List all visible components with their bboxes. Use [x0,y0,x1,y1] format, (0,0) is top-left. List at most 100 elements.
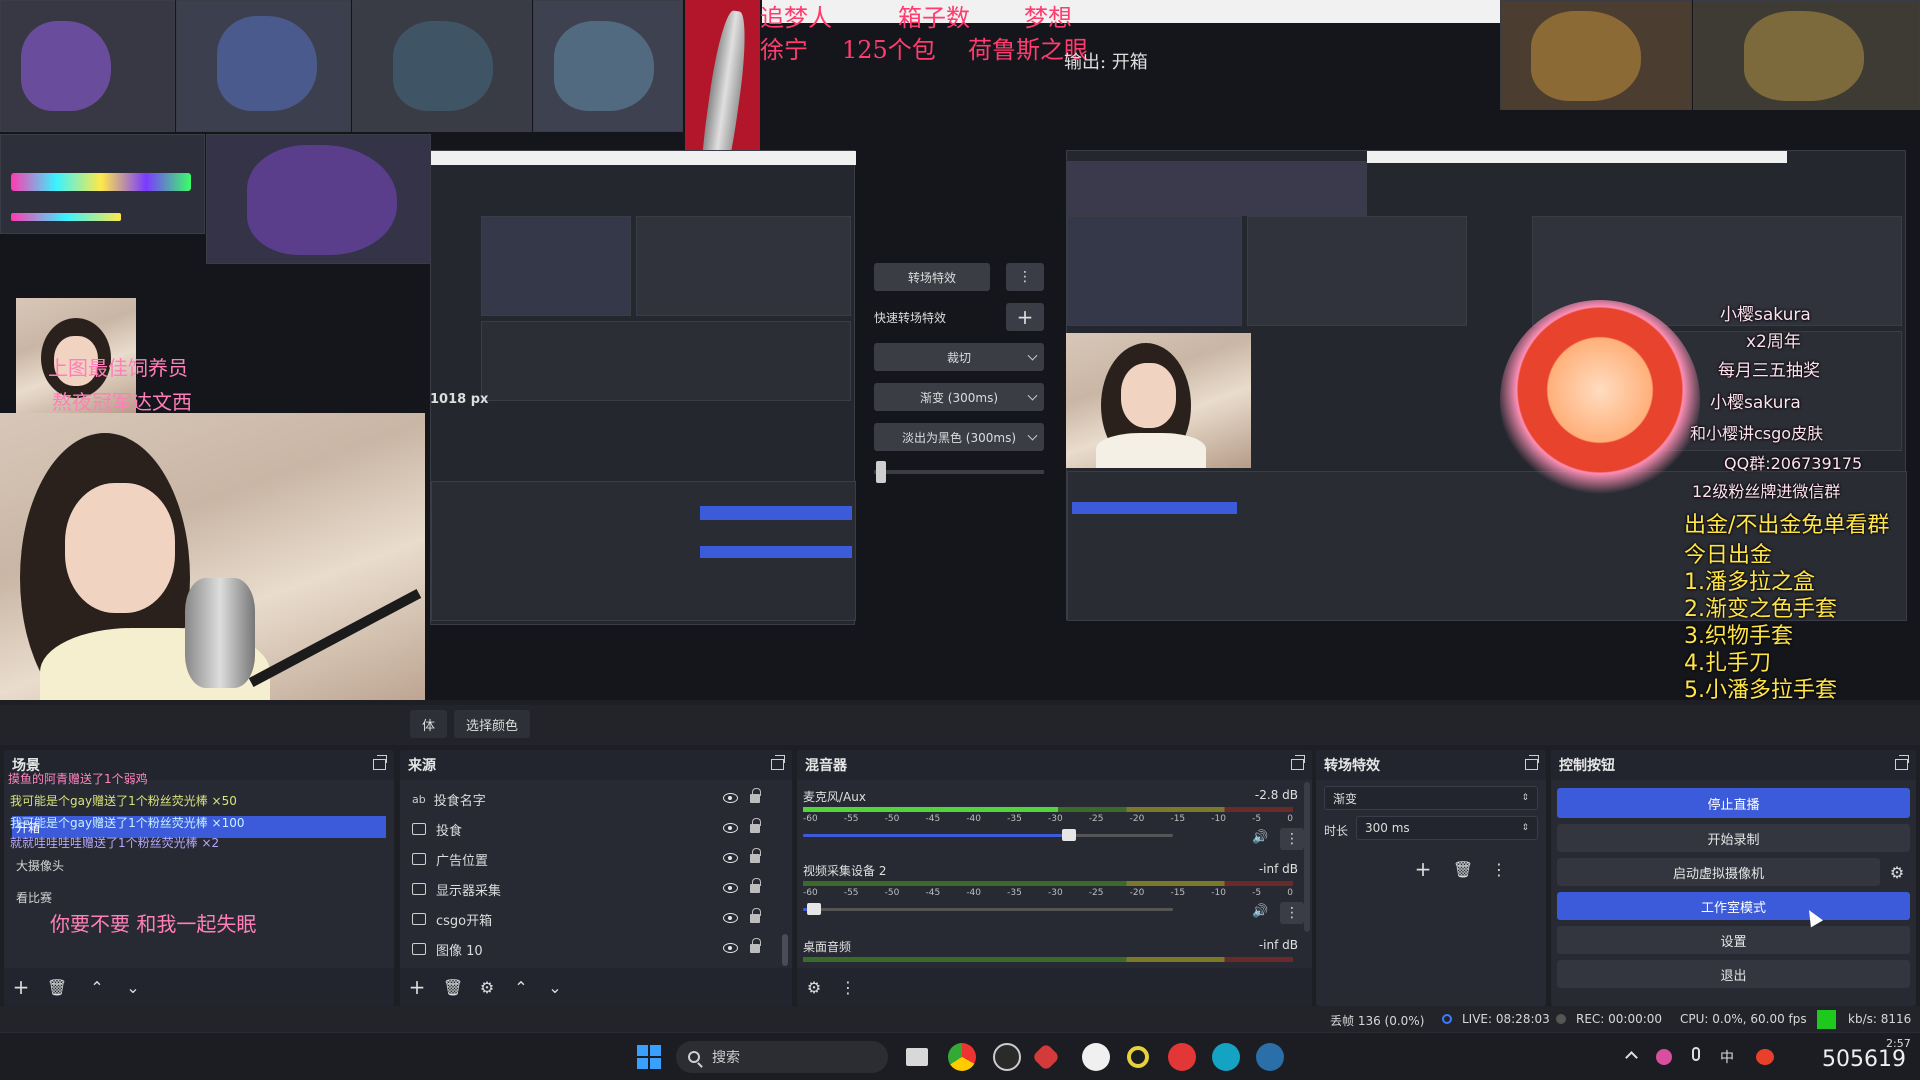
speaker-icon[interactable]: 🔊 [1252,904,1268,919]
source-item[interactable]: 显示器采集 [406,876,774,902]
scene-item-big-camera[interactable]: 大摄像头 [12,854,386,876]
netease-music-icon[interactable] [1168,1043,1196,1071]
quick-transition-fade[interactable]: 渐变 (300ms) [874,383,1044,411]
app-cyan-icon[interactable] [1212,1043,1240,1071]
transition-button[interactable]: 转场特效 [874,263,990,291]
nested-banner [431,151,856,165]
obs-icon[interactable] [993,1043,1021,1071]
t-bar[interactable] [874,470,1044,474]
t-bar-handle[interactable] [876,461,886,483]
advanced-audio-gear-icon[interactable]: ⚙ [803,976,825,998]
undock-icon[interactable] [373,755,387,770]
mixer-scrollbar[interactable] [1304,782,1310,932]
active-app-icon[interactable] [1082,1043,1110,1071]
move-up-icon[interactable]: ⌃ [86,976,108,998]
undock-icon[interactable] [1291,755,1305,770]
eye-icon[interactable] [723,883,738,893]
app-yellow-ring-icon[interactable] [1127,1046,1149,1068]
virtual-camera-gear-icon[interactable]: ⚙ [1886,861,1908,883]
undock-icon[interactable] [1895,755,1909,770]
select-color-button[interactable]: 选择颜色 [454,710,531,738]
transition-properties-icon[interactable]: ⋮ [1488,858,1510,880]
volume-knob[interactable] [1062,829,1077,841]
remove-transition-icon[interactable]: 🗑 [1452,858,1474,880]
rifle-graphic [11,173,191,191]
add-scene-icon[interactable]: + [10,975,32,999]
transitions-title: 转场特效 [1316,750,1546,780]
nested-thumb [481,321,851,401]
lock-icon[interactable] [750,878,761,893]
sources-scrollbar[interactable] [782,934,788,966]
source-item[interactable]: csgo开箱 [406,906,774,932]
studio-mode-button[interactable]: 工作室模式 [1557,892,1910,920]
undock-icon[interactable] [1525,755,1539,770]
start-virtual-camera-button[interactable]: 启动虚拟摄像机 [1557,858,1880,886]
microphone-icon[interactable] [1692,1047,1700,1061]
eye-icon[interactable] [723,913,738,923]
preview-thumb-gloves-5 [1500,0,1692,110]
source-item[interactable]: 图像 10 [406,936,774,962]
meter-scale-tick: -40 [966,888,982,898]
chevron-down-icon [1027,430,1038,441]
preview-thumb-gloves-7 [206,134,431,264]
filter-button[interactable]: 体 [410,710,448,738]
lock-icon[interactable] [750,818,761,833]
quick-transition-fade-black[interactable]: 淡出为黑色 (300ms) [874,423,1044,451]
tray-chevron-icon[interactable] [1625,1051,1638,1064]
chevron-down-icon [1027,390,1038,401]
start-recording-button[interactable]: 开始录制 [1557,824,1910,852]
source-item[interactable]: 广告位置 [406,846,774,872]
tray-weibo-icon[interactable] [1756,1049,1774,1065]
taskbar-search[interactable]: 搜索 [676,1041,888,1073]
task-view-icon[interactable] [906,1048,928,1066]
move-down-icon[interactable]: ⌄ [544,976,566,998]
eye-icon[interactable] [723,943,738,953]
volume-knob[interactable] [807,903,822,915]
stop-streaming-button[interactable]: 停止直播 [1557,788,1910,818]
mixer-channel-menu[interactable]: ⋮ [1280,902,1304,924]
source-item[interactable]: 投食 [406,816,774,842]
settings-button[interactable]: 设置 [1557,926,1910,954]
lock-icon[interactable] [750,908,761,923]
remove-scene-icon[interactable]: 🗑 [46,976,68,998]
ime-indicator[interactable]: 中 [1720,1047,1734,1067]
steam-icon[interactable] [1256,1043,1284,1071]
move-up-icon[interactable]: ⌃ [510,976,532,998]
meter-scale-tick: -5 [1252,814,1262,824]
quick-transition-cut[interactable]: 裁切 [874,343,1044,371]
eye-icon[interactable] [723,823,738,833]
stream-health-indicator [1817,1010,1836,1029]
duration-field[interactable]: 300 ms ⇕ [1356,816,1538,840]
sticker-line-6: QQ群:206739175 [1724,454,1863,473]
add-quick-transition-button[interactable]: + [1006,303,1044,331]
watermark: 505619 [1822,1047,1906,1072]
exit-button[interactable]: 退出 [1557,960,1910,988]
lock-icon[interactable] [750,788,761,803]
lock-icon[interactable] [750,938,761,953]
tray-app-icon[interactable] [1656,1049,1672,1065]
volume-slider[interactable] [803,829,1173,841]
eye-icon[interactable] [723,853,738,863]
transition-select[interactable]: 渐变 ⇕ [1324,786,1538,810]
app-red-icon[interactable] [1031,1042,1061,1072]
add-transition-icon[interactable]: + [1412,857,1434,881]
eye-icon[interactable] [723,793,738,803]
speaker-icon[interactable]: 🔊 [1252,830,1268,845]
lock-icon[interactable] [750,848,761,863]
scenes-toolbar: + 🗑 ⌃ ⌄ [4,968,394,1006]
scene-item-watch-match[interactable]: 看比赛 [12,886,386,908]
meter-scale-tick: -20 [1129,888,1145,898]
rec-timer: REC: 00:00:00 [1576,1012,1663,1026]
source-item[interactable]: ab 投食名字 [406,786,774,812]
transition-menu-button[interactable]: ⋮ [1006,263,1044,291]
add-source-icon[interactable]: + [406,975,428,999]
mixer-menu-icon[interactable]: ⋮ [837,976,859,998]
mixer-channel-menu[interactable]: ⋮ [1280,828,1304,850]
volume-slider[interactable] [803,903,1173,915]
windows-start-icon[interactable] [637,1045,661,1069]
undock-icon[interactable] [771,755,785,770]
move-down-icon[interactable]: ⌄ [122,976,144,998]
chrome-icon[interactable] [948,1043,976,1071]
gear-icon[interactable]: ⚙ [476,976,498,998]
remove-source-icon[interactable]: 🗑 [442,976,464,998]
